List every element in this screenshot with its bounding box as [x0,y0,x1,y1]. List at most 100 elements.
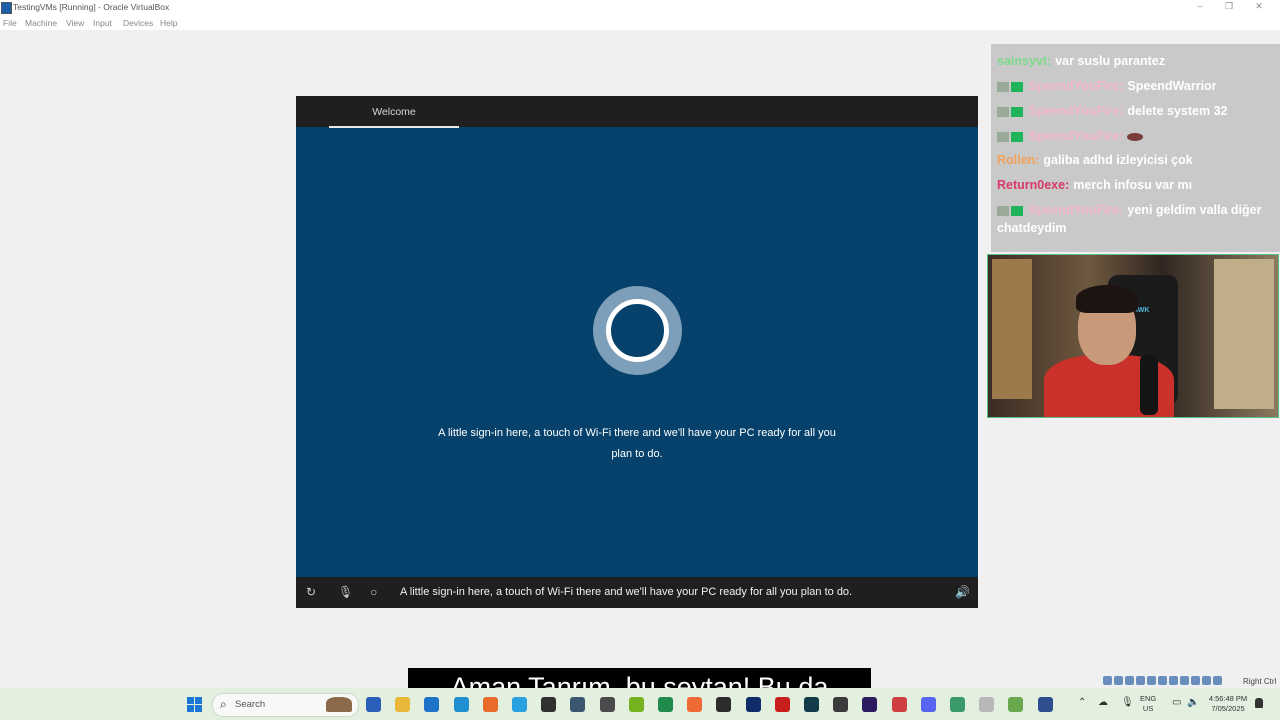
menu-input[interactable]: Input [93,18,112,28]
vip-badge-icon [1011,205,1023,216]
menu-file[interactable]: File [3,18,17,28]
notification-bell-icon[interactable] [1255,698,1263,708]
clock-date: 7/05/2025 [1211,704,1245,713]
optical-status-icon[interactable] [1114,676,1123,685]
window-title: TestingVMs [Running] - Oracle VirtualBox [13,2,170,12]
terminal-app-icon[interactable] [716,697,731,712]
webcam-feed: HAWK [987,254,1279,418]
vs-app-icon[interactable] [1008,697,1023,712]
emote-icon [1127,132,1144,141]
vip-badge-icon [1011,131,1023,142]
chat-text: SpeendWarrior [1127,79,1217,93]
badge-icon [997,205,1009,216]
chat-username: SpeendYouFire: [1028,79,1124,93]
microphone-tray-icon[interactable]: 🎙 [1121,697,1134,708]
menu-help[interactable]: Help [160,18,177,28]
close-button[interactable]: ✕ [1249,1,1269,12]
streamer-hair [1076,285,1138,313]
chat-text: var suslu parantez [1055,54,1165,68]
chat-username: SpeendYouFire: [1028,203,1124,217]
cpu-status-icon[interactable] [1191,676,1200,685]
oobe-bottom-bar: ↻ 🎙 ○ A little sign-in here, a touch of … [296,577,978,608]
badge-icon [997,106,1009,117]
language-indicator[interactable]: ENG US [1140,694,1156,714]
premiere-app-icon[interactable] [862,697,877,712]
monitor-icon[interactable]: ▭ [1172,697,1181,708]
chat-message: SpeendYouFire: SpeendWarrior [997,77,1277,95]
vip-badge-icon [1011,81,1023,92]
edge-app-icon[interactable] [454,697,469,712]
vscode-app-icon[interactable] [512,697,527,712]
sheets-app-icon[interactable] [950,697,965,712]
minimize-button[interactable]: – [1190,1,1210,11]
network-status-icon[interactable] [1136,676,1145,685]
mouse-status-icon[interactable] [1202,676,1211,685]
chat-username: sainsyvt: [997,54,1052,68]
vm-display[interactable]: Welcome A little sign-in here, a touch o… [296,96,978,608]
language-code: ENG [1140,694,1157,703]
chat-message: SpeendYouFire: [997,127,1277,145]
firefox-app-icon[interactable] [483,697,498,712]
maximize-button[interactable]: ❐ [1219,1,1239,12]
chat-username: SpeendYouFire: [1028,104,1124,118]
word-app-icon[interactable] [366,697,381,712]
nvidia-app-icon[interactable] [629,697,644,712]
outlook-app-icon[interactable] [424,697,439,712]
obs-app-icon[interactable] [541,697,556,712]
windows-start-icon[interactable] [187,697,202,712]
tab-welcome[interactable]: Welcome [329,96,459,128]
virtualbox-app-icon[interactable] [1038,697,1053,712]
recording-status-icon[interactable] [1180,676,1189,685]
taskbar-search[interactable]: ⌕ Search [212,693,359,717]
virtualbox-icon [1,2,12,14]
chat-message: SpeendYouFire: delete system 32 [997,102,1277,120]
app-red-icon[interactable] [892,697,907,712]
gpu-app-icon[interactable] [600,697,615,712]
menu-machine[interactable]: Machine [25,18,57,28]
volume-icon[interactable]: 🔊 [955,585,970,599]
chat-message: SpeendYouFire: yeni geldim valla diğer ch… [997,201,1277,237]
vip-badge-icon [1011,106,1023,117]
oobe-header: Welcome [296,96,978,128]
region-code: US [1142,704,1154,713]
oobe-message: A little sign-in here, a touch of Wi-Fi … [416,423,858,465]
keyboard-status-icon[interactable] [1213,676,1222,685]
settings-app-icon[interactable] [979,697,994,712]
brave-app-icon[interactable] [687,697,702,712]
excel-app-icon[interactable] [658,697,673,712]
audio-status-icon[interactable] [1125,676,1134,685]
microphone [1140,355,1158,415]
cortana-caption: A little sign-in here, a touch of Wi-Fi … [400,586,853,598]
media-app-icon[interactable] [833,697,848,712]
search-highlight-image [326,697,352,712]
steam-app-icon[interactable] [570,697,585,712]
discord-app-icon[interactable] [921,697,936,712]
audition-app-icon[interactable] [804,697,819,712]
photoshop-app-icon[interactable] [746,697,761,712]
chat-username: SpeendYouFire: [1028,129,1124,143]
shared-folder-icon[interactable] [1158,676,1167,685]
file-explorer-app-icon[interactable] [395,697,410,712]
cortana-icon[interactable]: ○ [370,585,377,599]
chat-username: Return0exe: [997,178,1070,192]
chat-message: Rollen: galiba adhd izleyicisi çok [997,151,1277,169]
oobe-message-line1: A little sign-in here, a touch of Wi-Fi … [438,427,836,439]
tab-underline [329,126,459,128]
hdd-status-icon[interactable] [1103,676,1112,685]
display-status-icon[interactable] [1169,676,1178,685]
search-placeholder: Search [235,699,266,710]
chevron-up-icon[interactable]: ⌃ [1078,697,1086,708]
menu-devices[interactable]: Devices [123,18,153,28]
poster-right [1214,259,1274,409]
usb-status-icon[interactable] [1147,676,1156,685]
speaker-icon[interactable]: 🔈 [1187,697,1199,708]
accessibility-icon[interactable]: ↻ [306,585,316,599]
host-key-label: Right Ctrl [1243,677,1277,686]
microphone-icon[interactable]: 🎙 [338,585,353,599]
acrobat-app-icon[interactable] [775,697,790,712]
chat-text: merch infosu var mı [1073,178,1193,192]
menu-view[interactable]: View [66,18,84,28]
cloud-icon[interactable]: ☁ [1098,697,1108,708]
chat-message: Return0exe: merch infosu var mı [997,176,1277,194]
system-clock[interactable]: 4:56:48 PM 7/05/2025 [1206,694,1250,714]
